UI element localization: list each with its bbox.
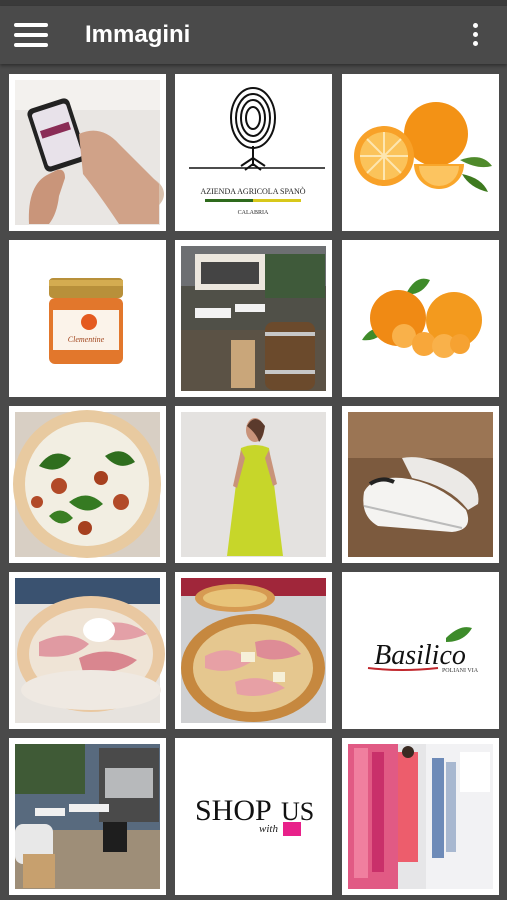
app-bar: Immagini	[0, 6, 507, 64]
basilico-tagline-text: POLIANI VIA	[442, 668, 479, 674]
azienda-region-text: CALABRIA	[238, 210, 269, 216]
with-word-text: with	[259, 823, 278, 835]
grid-tile-phone-hand[interactable]	[9, 74, 166, 231]
grid-tile-oranges[interactable]	[342, 74, 499, 231]
mandarins-image	[342, 240, 499, 397]
hamburger-menu-icon[interactable]	[14, 22, 48, 48]
basilico-logo-image: Basilico POLIANI VIA	[342, 572, 499, 729]
spinach-pizza-image	[13, 410, 161, 558]
grid-tile-terrace[interactable]	[175, 240, 332, 397]
azienda-logo-image: AZIENDA AGRICOLA SPANÒ CALABRIA	[175, 74, 332, 231]
azienda-name-text: AZIENDA AGRICOLA SPANÒ	[200, 186, 305, 196]
grid-tile-pizza-box[interactable]	[175, 572, 332, 729]
grid-tile-white-shoes[interactable]	[342, 406, 499, 563]
us-word-text: US	[281, 797, 314, 826]
jam-jar-image: Clementine	[9, 240, 166, 397]
grid-tile-prosciutto-pizza[interactable]	[9, 572, 166, 729]
grid-tile-terrace-night[interactable]	[9, 738, 166, 895]
grid-tile-jam-jar[interactable]: Clementine	[9, 240, 166, 397]
boutique-image	[348, 744, 493, 889]
grid-tile-azienda-logo[interactable]: AZIENDA AGRICOLA SPANÒ CALABRIA	[175, 74, 332, 231]
grid-tile-boutique[interactable]	[342, 738, 499, 895]
prosciutto-pizza-image	[15, 578, 165, 723]
grid-tile-mandarins[interactable]	[342, 240, 499, 397]
page-title: Immagini	[85, 21, 191, 48]
grid-tile-spinach-pizza[interactable]	[9, 406, 166, 563]
oranges-image	[342, 74, 499, 231]
terrace-night-image	[15, 744, 160, 889]
phone-hand-image	[15, 80, 164, 225]
white-shoes-image	[348, 412, 493, 557]
terrace-image	[181, 246, 326, 391]
overflow-menu-icon[interactable]	[465, 20, 485, 50]
shop-with-us-logo-image: SHOP with US	[175, 738, 332, 895]
image-grid: AZIENDA AGRICOLA SPANÒ CALABRIA Clementi…	[0, 64, 507, 900]
basilico-brand-text: Basilico	[374, 640, 466, 671]
grid-tile-basilico-logo[interactable]: Basilico POLIANI VIA	[342, 572, 499, 729]
grid-tile-green-dress[interactable]	[175, 406, 332, 563]
jar-label-text: Clementine	[68, 335, 105, 344]
green-dress-image	[181, 412, 326, 557]
grid-tile-shop-with-us-logo[interactable]: SHOP with US	[175, 738, 332, 895]
pizza-box-image	[181, 578, 326, 723]
